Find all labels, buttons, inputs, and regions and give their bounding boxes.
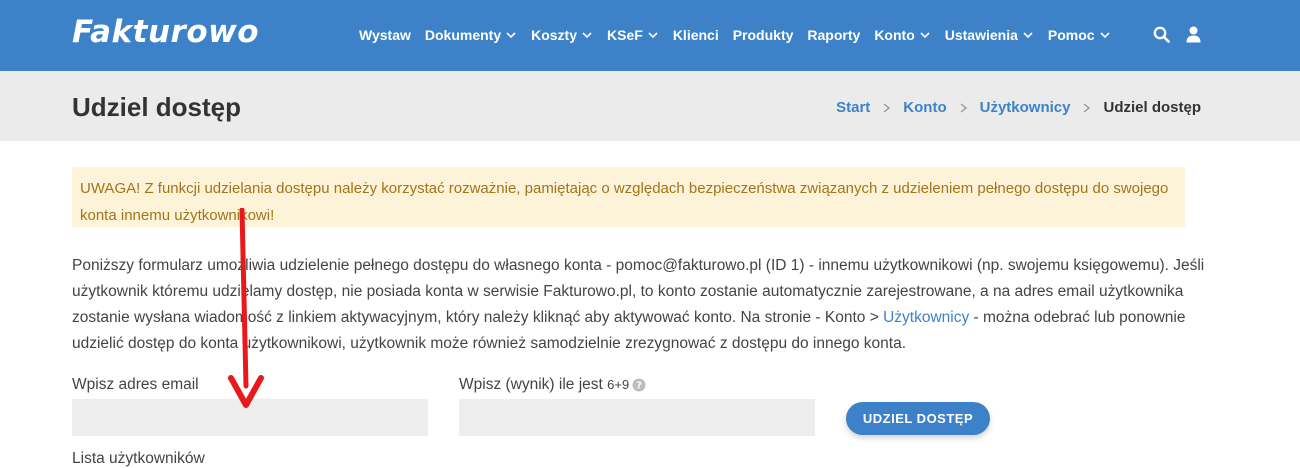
chevron-right-icon: [1084, 102, 1091, 113]
nav-item-label: Raporty: [807, 27, 861, 43]
user-icon[interactable]: [1186, 26, 1201, 43]
breadcrumb-uzytkownicy[interactable]: Użytkownicy: [980, 99, 1071, 116]
nav-item-label: KSeF: [607, 27, 643, 43]
nav-item-konto[interactable]: Konto: [874, 27, 930, 43]
chevron-down-icon: [1100, 32, 1110, 39]
search-icon[interactable]: [1153, 26, 1170, 43]
annotation-arrow-icon: [228, 208, 264, 408]
page-title: Udziel dostęp: [72, 92, 242, 122]
chevron-down-icon: [920, 32, 930, 39]
breadcrumb-start[interactable]: Start: [836, 99, 870, 116]
breadcrumb-konto[interactable]: Konto: [903, 99, 946, 116]
chevron-down-icon: [1023, 32, 1033, 39]
chevron-down-icon: [582, 32, 592, 39]
nav-icons: [1153, 26, 1201, 43]
nav-item-label: Ustawienia: [944, 27, 1018, 43]
email-label: Wpisz adres email: [72, 376, 199, 393]
question-circle-icon[interactable]: ?: [632, 378, 646, 392]
breadcrumb-current: Udziel dostęp: [1103, 99, 1201, 116]
title-bar: Udziel dostęp Start Konto Użytkownicy Ud…: [0, 71, 1300, 141]
nav-item-label: Dokumenty: [424, 27, 502, 43]
nav-item-label: Pomoc: [1047, 27, 1095, 43]
nav-item-ksef[interactable]: KSeF: [607, 27, 659, 43]
nav-item-label: Konto: [874, 27, 915, 43]
logo[interactable]: Fakturowo: [72, 14, 259, 50]
nav-item-label: Koszty: [531, 27, 578, 43]
captcha-label-text: Wpisz (wynik) ile jest: [459, 376, 603, 393]
main-nav: Wystaw Dokumenty Koszty KSeF Klienci Produkty…: [359, 25, 1125, 45]
nav-item-raporty[interactable]: Raporty: [807, 27, 860, 43]
svg-text:?: ?: [636, 380, 642, 391]
top-navbar: Fakturowo Wystaw Dokumenty Koszty KSeF Klien…: [0, 0, 1300, 71]
nav-item-dokumenty[interactable]: Dokumenty: [425, 27, 517, 43]
section-heading: Lista użytkowników: [72, 450, 205, 467]
nav-item-label: Produkty: [732, 27, 794, 43]
grant-access-button[interactable]: UDZIEL DOSTĘP: [846, 402, 990, 435]
nav-item-ustawienia[interactable]: Ustawienia: [945, 27, 1034, 43]
chevron-right-icon: [960, 102, 967, 113]
chevron-down-icon: [648, 32, 658, 39]
nav-item-label: Wystaw: [359, 27, 411, 43]
chevron-down-icon: [506, 32, 516, 39]
nav-item-label: Klienci: [672, 27, 719, 43]
nav-item-pomoc[interactable]: Pomoc: [1048, 27, 1111, 43]
breadcrumb: Start Konto Użytkownicy Udziel dostęp: [836, 99, 1201, 116]
nav-item-wystaw[interactable]: Wystaw: [359, 27, 411, 43]
captcha-label: Wpisz (wynik) ile jest 6+9?: [459, 376, 646, 394]
chevron-right-icon: [883, 102, 891, 113]
nav-item-produkty[interactable]: Produkty: [733, 27, 794, 43]
nav-item-koszty[interactable]: Koszty: [531, 27, 593, 43]
nav-item-klienci[interactable]: Klienci: [673, 27, 719, 43]
captcha-input[interactable]: [459, 399, 815, 436]
users-link[interactable]: Użytkownicy: [883, 309, 969, 326]
captcha-question: 6+9: [607, 377, 630, 392]
